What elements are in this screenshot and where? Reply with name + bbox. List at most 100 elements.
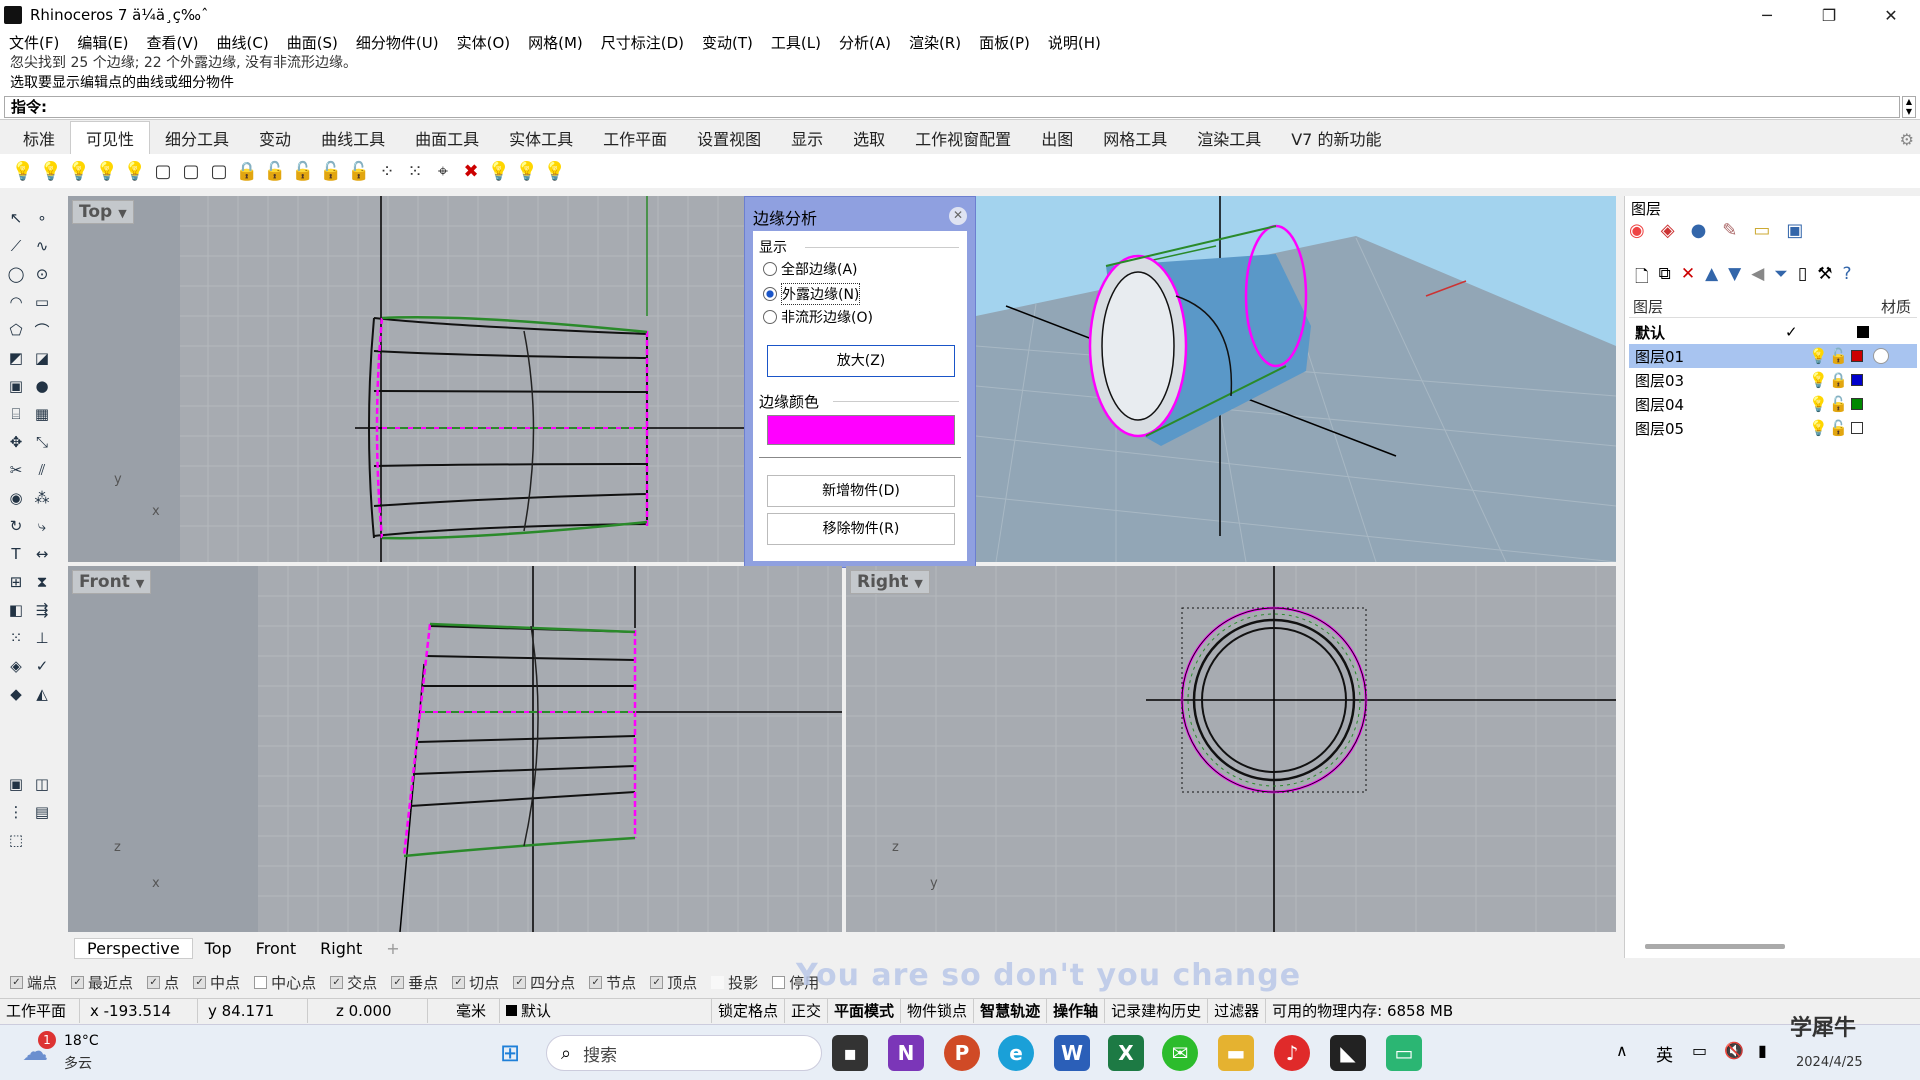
unlock-icon[interactable]: 🔓 [1829,395,1848,413]
osnap-mid[interactable]: ✓ 中点 [193,972,240,993]
filter-toggle[interactable]: 过滤器 [1208,998,1267,1023]
move-icon[interactable]: ✥ [4,430,28,454]
unlock-icon[interactable]: 🔓 [1829,419,1848,437]
tab-surface-tools[interactable]: 曲面工具 [400,122,494,154]
chevron-down-icon[interactable]: ▼ [914,577,922,590]
page-icon[interactable]: ▯ [1798,264,1807,293]
new-layer-icon[interactable]: 🗋 [1635,264,1649,293]
volume-muted-icon[interactable]: 🔇 [1724,1041,1744,1060]
menu-render[interactable]: 渲染(R) [900,32,970,53]
task-view-icon[interactable]: ▪ [832,1035,868,1071]
tab-render-tools[interactable]: 渲染工具 [1182,122,1276,154]
planar-toggle[interactable]: 平面模式 [828,998,902,1023]
viewport-label-right[interactable]: Right ▼ [850,570,930,594]
layer-color-swatch[interactable] [1857,326,1869,338]
bulb-icon[interactable]: 💡 [1809,371,1828,389]
boolean-icon[interactable]: ◉ [4,486,28,510]
excel-icon[interactable]: X [1108,1035,1144,1071]
layer-color-swatch[interactable] [1851,350,1863,362]
viewport-perspective[interactable] [976,196,1616,562]
viewport-front[interactable]: Front ▼ z x [68,566,842,932]
unlock-icon[interactable]: 🔓 [1829,347,1848,365]
tab-subd-tools[interactable]: 细分工具 [150,122,244,154]
split-view-icon[interactable]: ▤ [30,800,54,824]
tab-viewport-layout[interactable]: 工作视窗配置 [900,122,1026,154]
osnap-project[interactable]: 投影 [711,972,758,993]
tab-top[interactable]: Top [193,939,244,958]
grid-snap-toggle[interactable]: 锁定格点 [712,998,786,1023]
show-selected-icon[interactable]: 💡 [124,159,146,183]
osnap-quad[interactable]: ✓ 四分点 [513,972,575,993]
layer-row[interactable]: 图层05 💡 🔓 [1629,416,1917,440]
windows-start-icon[interactable]: ⊞ [500,1039,520,1067]
menu-curve[interactable]: 曲线(C) [208,32,278,53]
horizontal-scrollbar[interactable] [1645,944,1785,949]
taskbar-search[interactable]: ⌕ 搜索 [546,1035,822,1071]
viewport-label-front[interactable]: Front ▼ [72,570,152,594]
layer-row[interactable]: 图层03 💡 🔒 [1629,368,1917,392]
layers-icon[interactable]: ◈ [1661,220,1675,241]
file-explorer-icon[interactable]: ▬ [1218,1035,1254,1071]
bulb-icon[interactable]: 💡 [1809,347,1828,365]
lock-icon[interactable]: 🔒 [1829,371,1848,389]
show-bulb-icon[interactable]: 💡 [12,159,34,183]
select-arrow-icon[interactable]: ↖ [4,206,28,230]
zoom-button[interactable]: 放大(Z) [767,345,955,377]
color-wheel-icon[interactable]: ◉ [1629,220,1645,241]
tab-select[interactable]: 选取 [838,122,900,154]
tab-solid-tools[interactable]: 实体工具 [494,122,588,154]
arc-icon[interactable]: ◠ [4,290,28,314]
osnap-center[interactable]: 中心点 [254,972,316,993]
rotate-icon[interactable]: ↻ [4,514,28,538]
tab-transform[interactable]: 变动 [244,122,306,154]
layer-row[interactable]: 图层04 💡 🔓 [1629,392,1917,416]
unlock-selected-icon[interactable]: 🔓 [348,159,370,183]
maximize-view-icon[interactable]: ⬚ [4,828,28,852]
chevron-down-icon[interactable]: ▼ [118,207,126,220]
osnap-end[interactable]: ✓ 端点 [10,972,57,993]
page-icon[interactable]: ▢ [208,159,230,183]
ime-indicator[interactable]: 英 [1656,1041,1673,1066]
viewport-top[interactable]: Top ▼ y x [68,196,744,562]
paint-icon[interactable]: ◭ [30,682,54,706]
mesh-icon[interactable]: ▦ [30,402,54,426]
remove-object-button[interactable]: 移除物件(R) [767,513,955,545]
menu-view[interactable]: 查看(V) [138,32,208,53]
show-points-icon[interactable]: ⁘ [376,159,398,183]
mirror-icon[interactable]: ⧗ [30,570,54,594]
material-icon[interactable]: ◆ [4,682,28,706]
solid-edit-icon[interactable]: ◧ [4,598,28,622]
point-icon[interactable]: ∘ [30,206,54,230]
layer-color-swatch[interactable] [1851,398,1863,410]
lock-selected-icon[interactable]: 🔓 [320,159,342,183]
tab-new-in-v7[interactable]: V7 的新功能 [1276,122,1396,154]
lock-icon[interactable]: 🔒 [236,159,258,183]
layer-color-swatch[interactable] [1851,374,1863,386]
rhino-app-icon[interactable]: ◣ [1330,1035,1366,1071]
powerpoint-icon[interactable]: P [944,1035,980,1071]
help-panel-icon[interactable]: ▣ [1786,220,1803,241]
offset-icon[interactable]: ⤷ [30,514,54,538]
grid-array-icon[interactable]: ⁙ [4,626,28,650]
cplane-status[interactable]: 工作平面 [0,998,80,1023]
array-icon[interactable]: ⊞ [4,570,28,594]
viewport-label-top[interactable]: Top ▼ [72,200,134,224]
lock-swap-icon[interactable]: 🔓 [292,159,314,183]
viewport-right[interactable]: Right ▼ z y [846,566,1616,932]
chevron-up-icon[interactable]: ∧ [1616,1041,1628,1060]
split-icon[interactable]: ⫽ [30,458,54,482]
tab-cplanes[interactable]: 工作平面 [588,122,682,154]
tab-mesh-tools[interactable]: 网格工具 [1088,122,1182,154]
word-icon[interactable]: W [1054,1035,1090,1071]
unlock-icon[interactable]: 🔓 [264,159,286,183]
layer-color-swatch[interactable] [1851,422,1863,434]
bulb-group-icon[interactable]: 💡 [544,159,566,183]
four-views-icon[interactable]: ◫ [30,772,54,796]
menu-analyze[interactable]: 分析(A) [830,32,900,53]
column-view-icon[interactable]: ⋮ [4,800,28,824]
menu-dimension[interactable]: 尺寸标注(D) [592,32,693,53]
hide-bulb-icon[interactable]: 💡 [40,159,62,183]
menu-edit[interactable]: 编辑(E) [68,32,137,53]
tab-standard[interactable]: 标准 [8,122,70,154]
close-button[interactable]: ✕ [1868,0,1914,30]
